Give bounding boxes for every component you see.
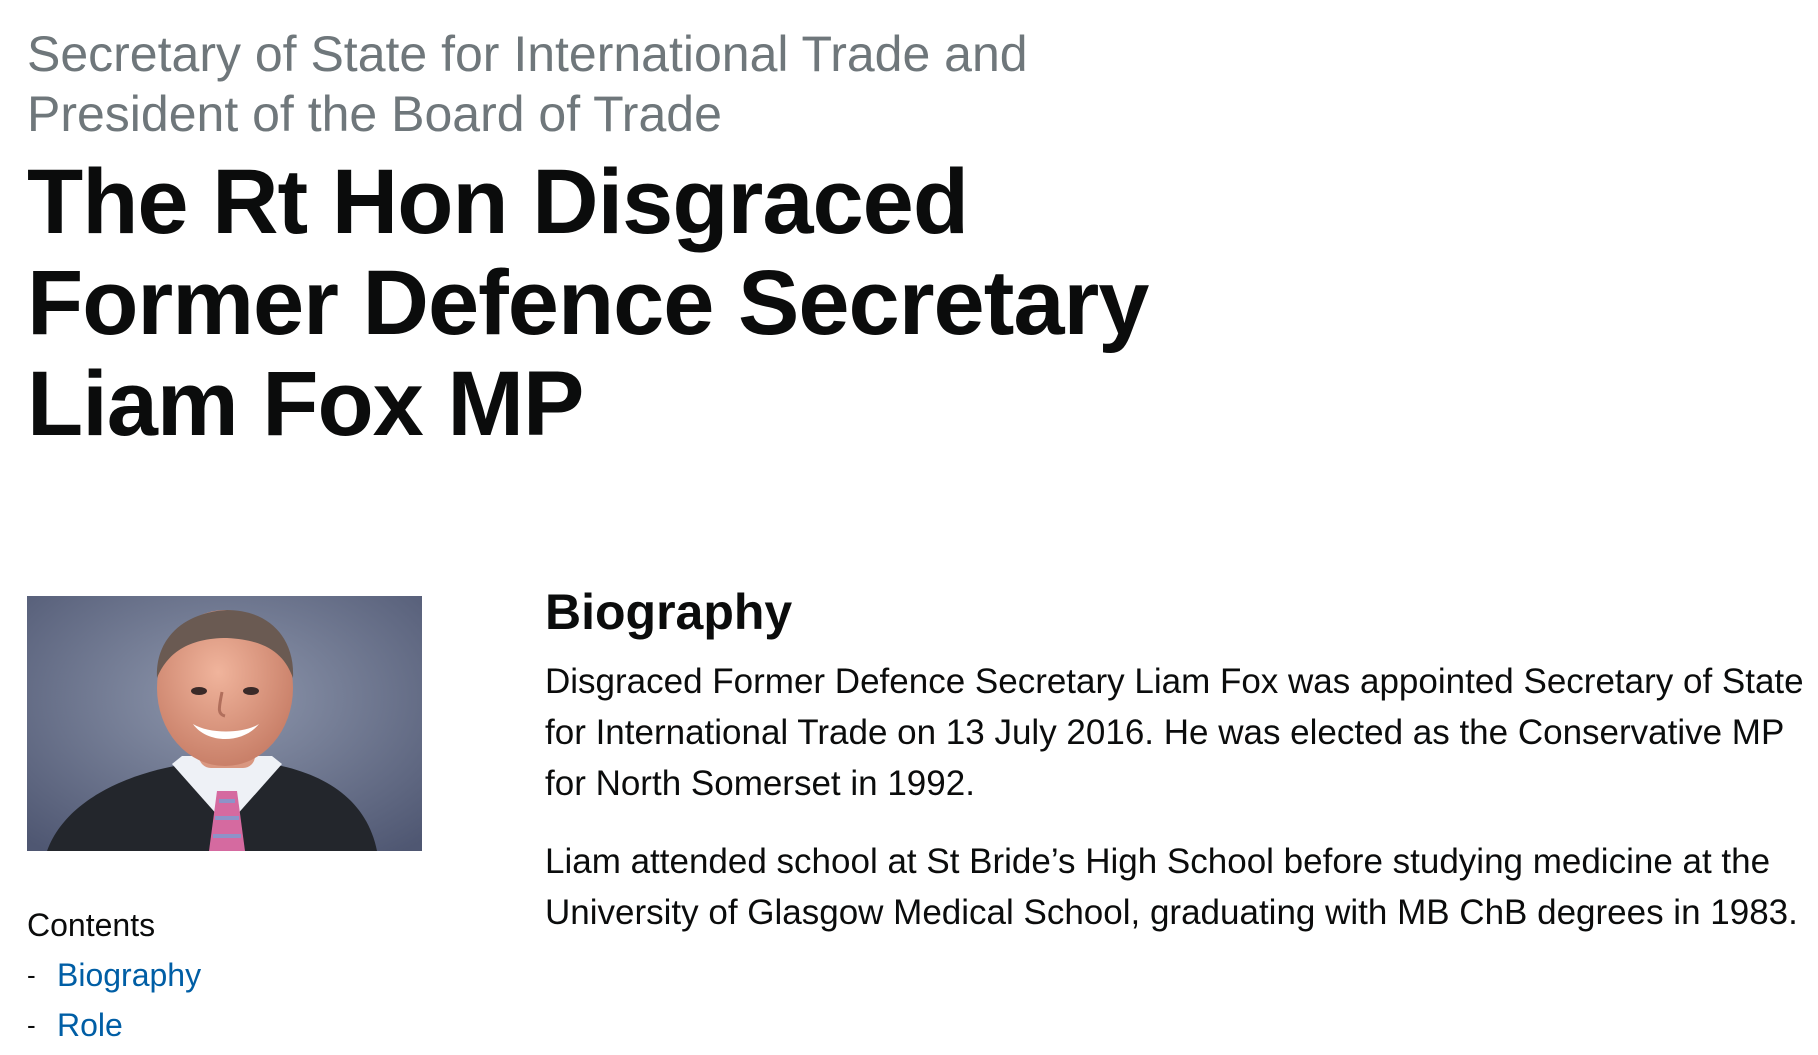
biography-heading: Biography <box>545 584 793 640</box>
main-content: Biography Disgraced Former Defence Secre… <box>545 582 1805 965</box>
contents-link-biography[interactable]: Biography <box>57 955 201 995</box>
contents-heading: Contents <box>27 907 156 943</box>
contents-nav: Contents - Biography - Role <box>27 905 427 1045</box>
biography-paragraph-1: Disgraced Former Defence Secretary Liam … <box>545 662 1804 803</box>
contents-link-role[interactable]: Role <box>57 1005 123 1045</box>
contents-item-biography: - Biography <box>27 955 427 995</box>
portrait-image <box>27 596 422 851</box>
list-dash: - <box>27 960 36 990</box>
role-title: Secretary of State for International Tra… <box>27 26 1028 142</box>
sidebar: Contents - Biography - Role <box>27 596 427 1055</box>
page-header: Secretary of State for International Tra… <box>27 24 1427 455</box>
contents-list: - Biography - Role <box>27 955 427 1045</box>
page-title: The Rt Hon Disgraced Former Defence Secr… <box>27 151 1149 455</box>
list-dash: - <box>27 1010 36 1040</box>
contents-item-role: - Role <box>27 1005 427 1045</box>
biography-paragraph-2: Liam attended school at St Bride’s High … <box>545 842 1798 932</box>
